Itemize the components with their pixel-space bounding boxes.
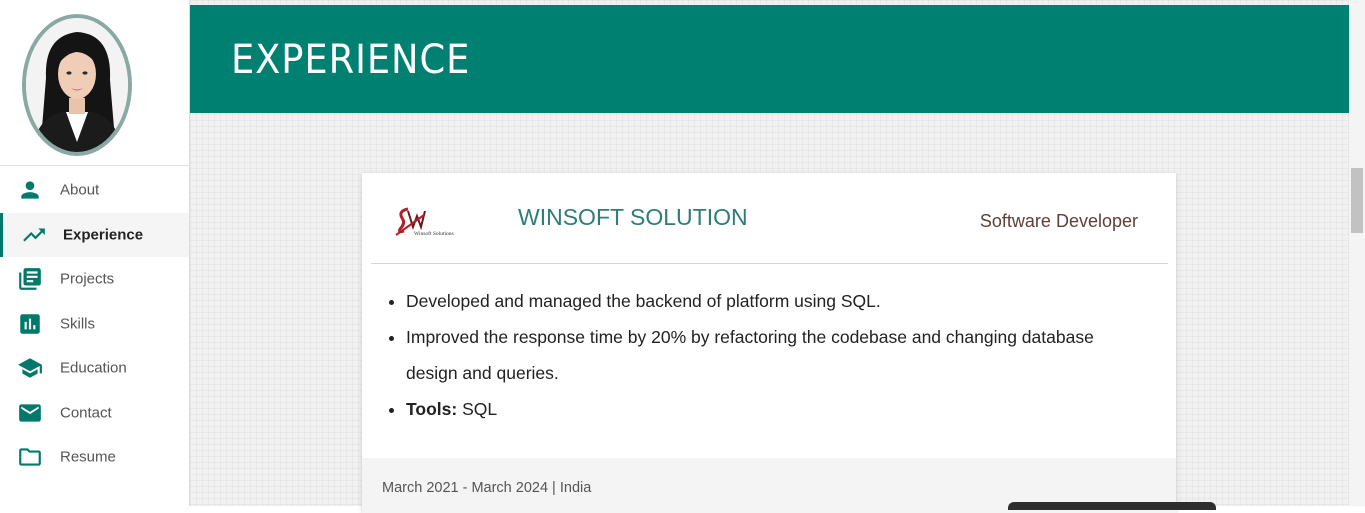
page-title: EXPERIENCE xyxy=(231,37,471,83)
list-item: Developed and managed the backend of pla… xyxy=(406,283,1146,319)
school-icon xyxy=(17,355,43,381)
sidebar-divider xyxy=(0,165,189,166)
sidebar-item-experience[interactable]: Experience xyxy=(0,212,189,257)
folder-icon xyxy=(17,444,43,470)
profile-photo xyxy=(26,18,128,152)
sidebar-item-label: About xyxy=(60,181,100,199)
section-header: EXPERIENCE xyxy=(190,5,1349,113)
tools-label: Tools: xyxy=(406,399,458,419)
list-item-tools: Tools: SQL xyxy=(406,391,1146,427)
responsibility-list: Developed and managed the backend of pla… xyxy=(386,283,1146,427)
sidebar-item-contact[interactable]: Contact xyxy=(0,391,189,436)
bar-chart-icon xyxy=(17,311,43,337)
library-books-icon xyxy=(17,266,43,292)
company-name: WINSOFT SOLUTION xyxy=(518,204,748,230)
company-logo-text: Winsoft Solutions xyxy=(414,230,454,237)
sidebar-item-skills[interactable]: Skills xyxy=(0,302,189,347)
scrollbar-thumb[interactable] xyxy=(1351,168,1363,233)
tools-value: SQL xyxy=(457,399,498,419)
sidebar-item-projects[interactable]: Projects xyxy=(0,257,189,302)
sidebar-item-label: Education xyxy=(60,359,127,377)
email-icon xyxy=(17,400,43,426)
trending-up-icon xyxy=(21,222,47,248)
sidebar-item-label: Projects xyxy=(60,270,115,288)
sidebar-item-resume[interactable]: Resume xyxy=(0,435,189,480)
list-item: Improved the response time by 20% by ref… xyxy=(406,319,1146,391)
person-icon xyxy=(17,177,43,203)
sidebar-item-label: Skills xyxy=(60,315,96,333)
sidebar: About Experience Projects Skills Educati… xyxy=(0,0,190,506)
experience-card: Winsoft Solutions WINSOFT SOLUTION Softw… xyxy=(362,173,1176,513)
sidebar-item-label: Resume xyxy=(60,448,116,466)
sidebar-item-label: Contact xyxy=(60,404,112,422)
sidebar-item-label: Experience xyxy=(63,226,144,244)
card-divider xyxy=(371,263,1168,264)
floating-toast-edge xyxy=(1008,502,1216,510)
sidebar-item-about[interactable]: About xyxy=(0,168,189,213)
sidebar-nav: About Experience Projects Skills Educati… xyxy=(0,168,189,480)
job-role: Software Developer xyxy=(979,211,1138,231)
main-content: EXPERIENCE Winsoft Solutions WINSOFT SOL… xyxy=(190,0,1349,513)
profile-avatar xyxy=(22,14,132,156)
company-logo: Winsoft Solutions xyxy=(394,205,460,241)
employment-period: March 2021 - March 2024 | India xyxy=(382,480,592,496)
sidebar-item-education[interactable]: Education xyxy=(0,346,189,391)
scrollbar[interactable] xyxy=(1349,0,1365,506)
